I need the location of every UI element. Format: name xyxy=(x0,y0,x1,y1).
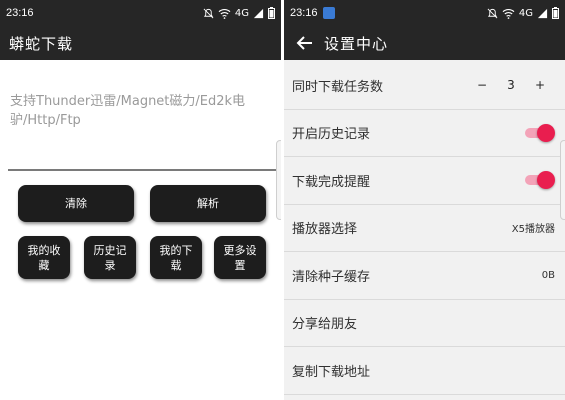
history-toggle[interactable] xyxy=(525,123,555,142)
setting-label: 下载完成提醒 xyxy=(292,174,371,190)
app-toolbar: 蟒蛇下载 xyxy=(0,26,281,60)
setting-share[interactable]: 分享给朋友 xyxy=(284,300,565,347)
network-label: 4G xyxy=(518,7,533,19)
increment-button[interactable]: + xyxy=(523,70,557,100)
status-time: 23:16 xyxy=(290,7,318,19)
signal-icon xyxy=(537,8,548,19)
clear-button[interactable]: 清除 xyxy=(18,185,134,222)
network-label: 4G xyxy=(234,7,249,19)
mute-icon xyxy=(487,8,498,19)
settings-title: 设置中心 xyxy=(324,34,389,53)
setting-copy-address[interactable]: 复制下载地址 xyxy=(284,347,565,395)
main-screen: 23:16 4G 蟒蛇下载 支持Thunder迅雷/Magnet磁力/Ed2k电… xyxy=(0,0,281,400)
mute-icon xyxy=(203,8,214,19)
setting-label: 同时下载任务数 xyxy=(292,79,384,95)
url-input-underline xyxy=(8,169,281,171)
app-notification-icon xyxy=(322,7,335,19)
status-bar: 23:16 4G xyxy=(284,0,565,26)
decrement-button[interactable]: − xyxy=(465,70,499,100)
settings-screen: 23:16 4G 设置中心 同时下载任务数 − 3 + 开启历史记录 下载完成提… xyxy=(284,0,565,400)
cache-size-value: 0B xyxy=(541,269,555,281)
downloads-button[interactable]: 我的下载 xyxy=(150,236,202,279)
player-value: X5播放器 xyxy=(511,224,555,236)
notify-toggle[interactable] xyxy=(525,171,555,190)
setting-player[interactable]: 播放器选择 X5播放器 xyxy=(284,205,565,252)
concurrent-value: 3 xyxy=(507,78,515,93)
setting-label: 播放器选择 xyxy=(292,222,358,238)
parse-button[interactable]: 解析 xyxy=(150,185,266,222)
setting-concurrent-downloads: 同时下载任务数 − 3 + xyxy=(284,62,565,110)
concurrent-stepper: − 3 + xyxy=(465,70,557,100)
url-input[interactable]: 支持Thunder迅雷/Magnet磁力/Ed2k电驴/Http/Ftp xyxy=(10,92,280,130)
settings-toolbar: 设置中心 xyxy=(284,26,565,60)
setting-history[interactable]: 开启历史记录 xyxy=(284,110,565,157)
setting-label: 清除种子缓存 xyxy=(292,269,371,285)
status-bar: 23:16 4G xyxy=(0,0,281,26)
favorites-button[interactable]: 我的收藏 xyxy=(18,236,70,279)
history-button[interactable]: 历史记录 xyxy=(84,236,136,279)
status-time: 23:16 xyxy=(6,7,34,19)
battery-icon xyxy=(268,7,275,19)
more-settings-button[interactable]: 更多设置 xyxy=(214,236,266,279)
edge-handle[interactable] xyxy=(560,140,565,220)
battery-icon xyxy=(552,7,559,19)
setting-download-notify[interactable]: 下载完成提醒 xyxy=(284,157,565,205)
wifi-icon xyxy=(502,8,515,19)
signal-icon xyxy=(253,8,264,19)
setting-label: 分享给朋友 xyxy=(292,317,358,333)
wifi-icon xyxy=(218,8,231,19)
app-title: 蟒蛇下载 xyxy=(9,34,74,53)
back-arrow-icon[interactable] xyxy=(284,26,324,60)
setting-clear-cache[interactable]: 清除种子缓存 0B xyxy=(284,252,565,300)
setting-label: 开启历史记录 xyxy=(292,127,371,143)
settings-list: 同时下载任务数 − 3 + 开启历史记录 下载完成提醒 播放器选择 X5播放器 … xyxy=(284,62,565,395)
setting-label: 复制下载地址 xyxy=(292,364,371,380)
